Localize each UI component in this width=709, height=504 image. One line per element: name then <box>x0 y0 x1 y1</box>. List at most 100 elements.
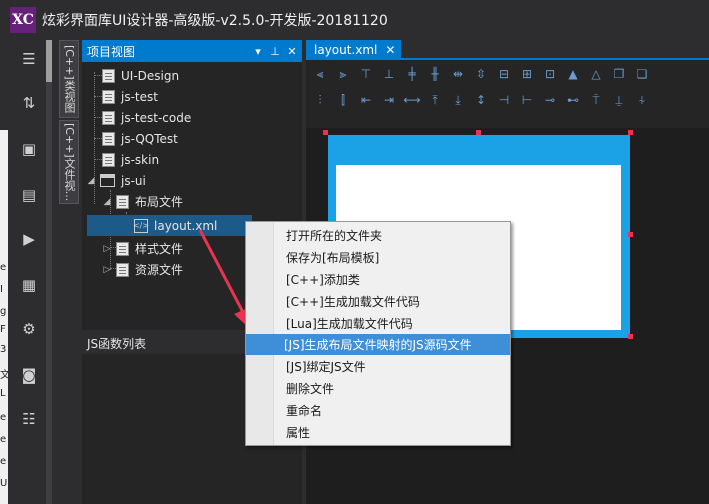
tab-file-view[interactable]: [C++]文件视... <box>59 120 79 204</box>
folder-file-icon <box>116 194 129 209</box>
move-left-icon[interactable]: ⊣ <box>496 92 512 108</box>
menu-item-js-gen-source[interactable]: [JS]生成布局文件映射的JS源码文件 <box>246 334 510 355</box>
tree-item-folder[interactable]: ▷ 资源文件 <box>102 259 183 280</box>
activity-toolbar: ☰ ⇅ ▣ ▤ ▶ ▦ ⚙ ◙ ☷ <box>8 40 50 504</box>
tree-item-folder[interactable]: ◢ 布局文件 <box>102 191 183 212</box>
close-icon[interactable]: ✕ <box>285 45 299 58</box>
center-v-icon[interactable]: ╫ <box>427 66 443 82</box>
same-height-icon[interactable]: ⇳ <box>473 66 489 82</box>
app-logo-icon: XC <box>10 7 36 33</box>
tree-item-project[interactable]: js-test <box>102 86 158 107</box>
same-width-icon[interactable]: ⇹ <box>450 66 466 82</box>
grid-icon[interactable]: ⊡ <box>542 66 558 82</box>
pin-icon[interactable]: ⊥ <box>268 45 282 58</box>
tree-item-label: js-ui <box>121 173 146 188</box>
tree-item-project[interactable]: js-test-code <box>102 107 191 128</box>
side-tabs: [C++]类视图 [C++]文件视... <box>58 40 80 206</box>
expand-arrow-icon[interactable]: ◢ <box>102 197 112 207</box>
spread-left-icon[interactable]: ⇤ <box>358 92 374 108</box>
resize-handle[interactable] <box>476 130 481 135</box>
settings-icon[interactable]: ⚙ <box>18 318 40 340</box>
sort-icon[interactable]: ⇅ <box>18 92 40 114</box>
project-view-header: 项目视图 ▾ ⊥ ✕ <box>82 40 302 62</box>
project-file-icon <box>102 89 115 104</box>
project-file-icon <box>102 152 115 167</box>
align-top-icon[interactable]: ⊤ <box>358 66 374 82</box>
menu-item-open-folder[interactable]: 打开所在的文件夹 <box>248 225 508 246</box>
menu-item-save-template[interactable]: 保存为[布局模板] <box>248 247 508 268</box>
align-toolbar: ⫷ ⫸ ⊤ ⊥ ╪ ╫ ⇹ ⇳ ⊟ ⊞ ⊡ ▲ △ ❐ ❏ <box>312 66 650 84</box>
project-folder-icon <box>100 174 115 187</box>
tree-item-project[interactable]: js-skin <box>102 149 159 170</box>
save-all-icon[interactable]: ▤ <box>18 184 40 206</box>
anchor-top-icon[interactable]: ⍑ <box>588 92 604 108</box>
center-h-icon[interactable]: ╪ <box>404 66 420 82</box>
space-h-icon[interactable]: ⊟ <box>496 66 512 82</box>
collapse-arrow-icon[interactable]: ▷ <box>102 265 112 275</box>
edge-char: I <box>0 284 3 295</box>
menu-item-cpp-gen-code[interactable]: [C++]生成加载文件代码 <box>248 291 508 312</box>
tab-layout-xml[interactable]: layout.xml ✕ <box>306 40 402 60</box>
expand-arrow-icon[interactable]: ◢ <box>86 176 96 186</box>
activity-scrollbar-thumb[interactable] <box>46 40 52 82</box>
tree-item-label: 资源文件 <box>135 263 184 277</box>
move-right-icon[interactable]: ⊢ <box>519 92 535 108</box>
tree-item-project[interactable]: js-QQTest <box>102 128 178 149</box>
menu-item-rename[interactable]: 重命名 <box>248 400 508 421</box>
paste-icon[interactable]: ❏ <box>634 66 650 82</box>
copy-icon[interactable]: ❐ <box>611 66 627 82</box>
tree-item-label: 布局文件 <box>135 195 184 209</box>
close-icon[interactable]: ✕ <box>385 43 395 57</box>
dropdown-icon[interactable]: ▾ <box>251 45 265 58</box>
align-right-icon[interactable]: ⫸ <box>335 66 351 82</box>
menu-item-properties[interactable]: 属性 <box>248 422 508 443</box>
tree-item-label: js-QQTest <box>121 131 178 146</box>
distribute-h-icon[interactable]: ⫶ <box>312 92 328 108</box>
align-bottom-icon[interactable]: ⊥ <box>381 66 397 82</box>
menu-icon[interactable]: ☰ <box>18 48 40 70</box>
menu-item-lua-gen-code[interactable]: [Lua]生成加载文件代码 <box>248 313 508 334</box>
menu-item-delete-file[interactable]: 删除文件 <box>248 378 508 399</box>
preview-icon[interactable]: ▦ <box>18 274 40 296</box>
align-left-icon[interactable]: ⫷ <box>312 66 328 82</box>
fill-width-icon[interactable]: ⟷ <box>403 92 420 108</box>
spread-right-icon[interactable]: ⇥ <box>381 92 397 108</box>
window-title: 炫彩界面库UI设计器-高级版-v2.5.0-开发版-20181120 <box>42 13 388 29</box>
save-icon[interactable]: ▣ <box>18 138 40 160</box>
activity-scrollbar-track[interactable] <box>46 40 52 504</box>
background-window-edge: e I g F 3 文 L e e e U <box>0 130 8 504</box>
tree-item-folder[interactable]: ▷ 样式文件 <box>102 238 183 259</box>
edge-char: F <box>0 324 6 335</box>
database-icon[interactable]: ◙ <box>18 364 40 386</box>
folder-file-icon <box>116 262 129 277</box>
resize-handle[interactable] <box>628 232 633 237</box>
tab-class-view[interactable]: [C++]类视图 <box>59 40 79 118</box>
tree-item-project-expanded[interactable]: ◢ js-ui <box>86 170 146 191</box>
tree-item-label: js-skin <box>121 152 160 167</box>
move-end-icon[interactable]: ⊷ <box>565 92 581 108</box>
resize-handle[interactable] <box>323 130 328 135</box>
move-mid-icon[interactable]: ⊸ <box>542 92 558 108</box>
xml-file-icon: </> <box>133 218 149 233</box>
edge-char: e <box>0 412 7 423</box>
anchor-bottom-icon[interactable]: ⍊ <box>611 92 627 108</box>
edge-char: e <box>0 262 7 273</box>
resize-handle[interactable] <box>628 130 633 135</box>
resize-handle[interactable] <box>628 334 633 339</box>
unlock-icon[interactable]: △ <box>588 66 604 82</box>
distribute-v-icon[interactable]: ⫿ <box>335 92 351 108</box>
menu-item-js-bind-file[interactable]: [JS]绑定JS文件 <box>248 356 508 377</box>
fill-height-icon[interactable]: ↕ <box>473 92 489 108</box>
folder-file-icon <box>116 241 129 256</box>
document-icon[interactable]: ☷ <box>18 408 40 430</box>
collapse-arrow-icon[interactable]: ▷ <box>102 244 112 254</box>
run-icon[interactable]: ▶ <box>18 228 40 250</box>
space-v-icon[interactable]: ⊞ <box>519 66 535 82</box>
edge-char: 3 <box>0 344 7 355</box>
fill-top-icon[interactable]: ⤒ <box>427 92 443 108</box>
anchor-icon[interactable]: ⍭ <box>634 92 650 108</box>
menu-item-cpp-add-class[interactable]: [C++]添加类 <box>248 269 508 290</box>
tree-item-project[interactable]: UI-Design <box>102 65 179 86</box>
fill-bottom-icon[interactable]: ⤓ <box>450 92 466 108</box>
lock-icon[interactable]: ▲ <box>565 66 581 82</box>
